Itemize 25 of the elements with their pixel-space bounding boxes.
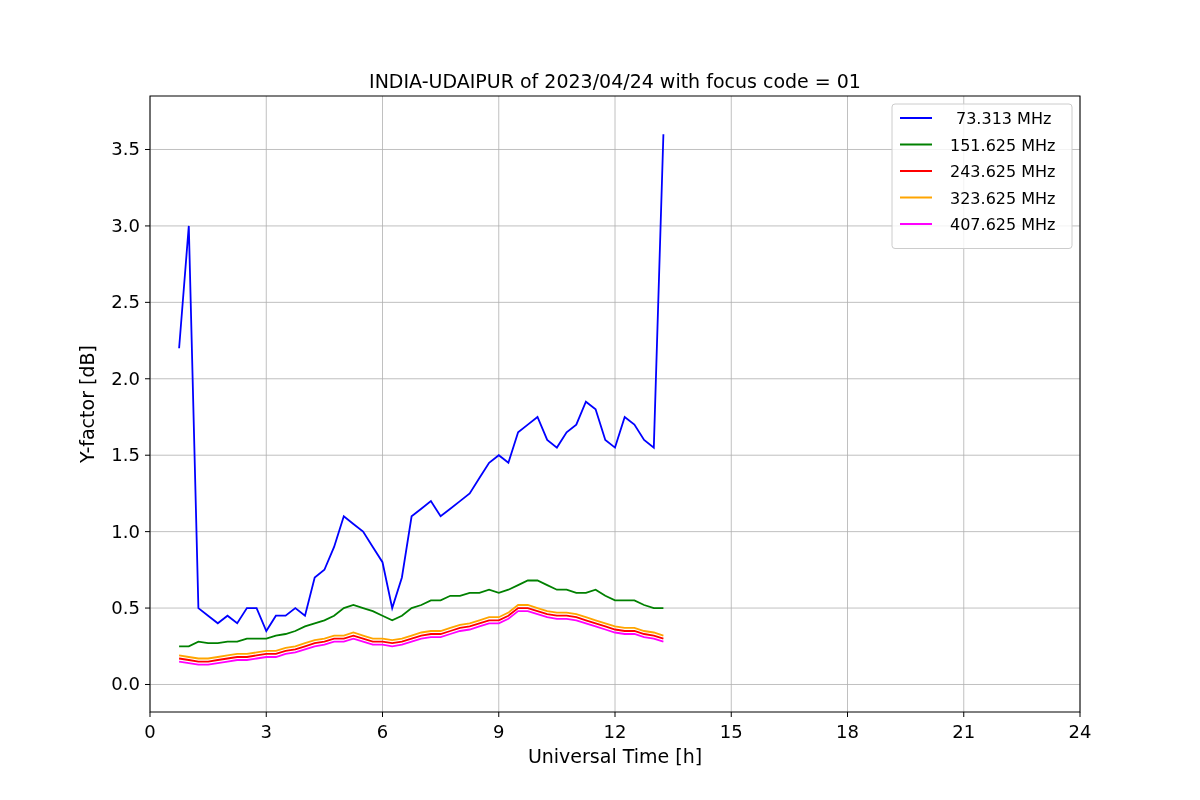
tick-label: 12 (603, 721, 627, 742)
tick-label: 3 (260, 721, 272, 742)
x-axis-label: Universal Time [h] (527, 745, 703, 767)
tick-label: 2.5 (111, 291, 140, 313)
tick-label: 6 (376, 721, 389, 742)
tick-label: 9 (493, 721, 505, 742)
tick-label: 21 (952, 721, 976, 742)
legend-label: 323.625 MHz (950, 188, 1056, 208)
tick-label: 15 (719, 721, 743, 742)
legend-label: 73.313 MHz (956, 109, 1052, 128)
legend-label: 151.625 MHz (950, 135, 1056, 155)
tick-label: 18 (836, 721, 859, 742)
legend-label: 243.625 MHz (950, 162, 1056, 181)
tick-label: 3.0 (111, 214, 140, 236)
tick-label: 1.5 (111, 444, 140, 466)
legend-label: 407.625 MHz (950, 215, 1056, 234)
tick-label: 3.5 (111, 138, 140, 160)
tick-label: 2.0 (111, 367, 140, 389)
tick-label: 0.5 (111, 597, 140, 619)
tick-label: 0 (144, 721, 156, 742)
chart-title: INDIA-UDAIPUR of 2023/04/24 with focus code = 01 (369, 70, 861, 92)
y-axis-label: Y-factor [dB] (76, 345, 98, 463)
tick-label: 0.0 (111, 673, 140, 695)
tick-label: 24 (1068, 721, 1092, 742)
tick-label: 1.0 (111, 520, 140, 542)
